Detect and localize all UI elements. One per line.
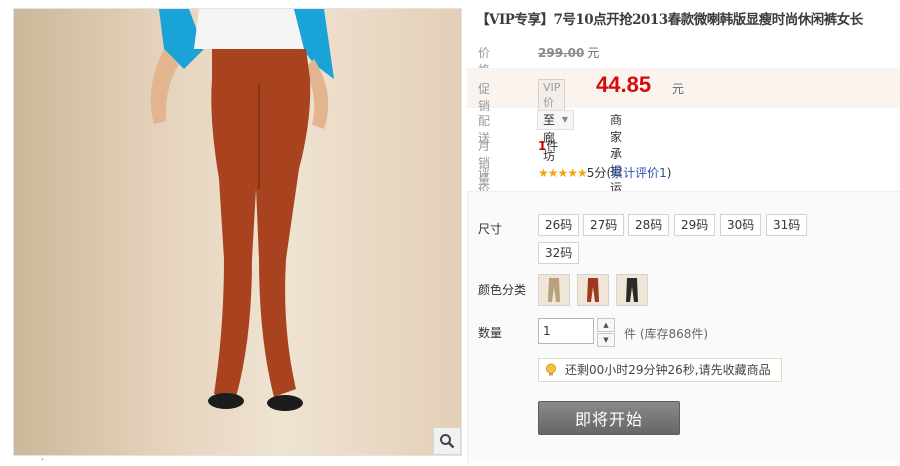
rating-value: ★★★★★5分(累计评价1) [538,164,671,181]
sale-price-unit: 元 [672,82,685,96]
size-option[interactable]: 26码 [538,214,580,236]
zoom-button[interactable] [433,427,461,455]
coming-soon-button[interactable]: 即将开始 [538,401,680,435]
star-icon: ★★★★★ [538,166,588,180]
khaki-pants-thumbnail [539,275,569,305]
magnifier-icon [440,434,455,449]
price-unit: 元 [587,46,600,60]
rust-pants-thumbnail [578,275,608,305]
chevron-down-icon: ▼ [561,115,569,124]
size-option[interactable]: 31码 [766,214,808,236]
sales-unit: 件 [546,139,559,153]
color-option-rust[interactable] [577,274,609,306]
quantity-increase-button[interactable]: ▲ [597,318,615,332]
pants-shape [211,49,311,397]
color-label: 颜色分类 [478,283,527,297]
rating-paren-close: ) [666,166,672,180]
product-image-gallery[interactable] [13,8,462,456]
quantity-input[interactable] [538,318,594,344]
price-value: 299.00 元 [538,44,599,61]
color-option-black[interactable] [616,274,648,306]
lightbulb-icon [546,363,556,376]
gallery-dot: · [41,455,45,466]
quantity-label: 数量 [478,326,503,340]
size-option[interactable]: 30码 [720,214,762,236]
promo-label: 促销 [478,82,491,113]
black-pants-thumbnail [617,275,647,305]
color-option-khaki[interactable] [538,274,570,306]
size-option[interactable]: 29码 [674,214,716,236]
size-option[interactable]: 27码 [583,214,625,236]
size-option[interactable]: 32码 [538,242,580,264]
rating-score: 5分 [586,166,607,180]
product-photo [150,9,334,411]
size-option[interactable]: 28码 [628,214,670,236]
stock-text: 件 (库存868件) [624,327,709,341]
sale-price: 44.85 [596,72,652,97]
quantity-decrease-button[interactable]: ▼ [597,333,615,347]
sales-value: 1件 [538,137,558,154]
product-title: 【VIP专享】7号10点开抢2013春款微喇韩版显瘦时尚休闲裤女长 [476,12,863,28]
size-label: 尺寸 [478,222,503,236]
purchase-options-panel: 尺寸 26码 27码 28码 29码 30码 31码 32码 颜色分类 数量 ▲… [467,191,900,463]
original-price: 299.00 [538,46,585,60]
region-select[interactable]: 至 廊坊 ▼ [537,110,575,163]
review-count-link[interactable]: 累计评价1 [611,166,667,180]
countdown-notice: 还剩00小时29分钟26秒,请先收藏商品 [538,358,782,382]
countdown-text: 还剩00小时29分钟26秒,请先收藏商品 [565,363,771,377]
